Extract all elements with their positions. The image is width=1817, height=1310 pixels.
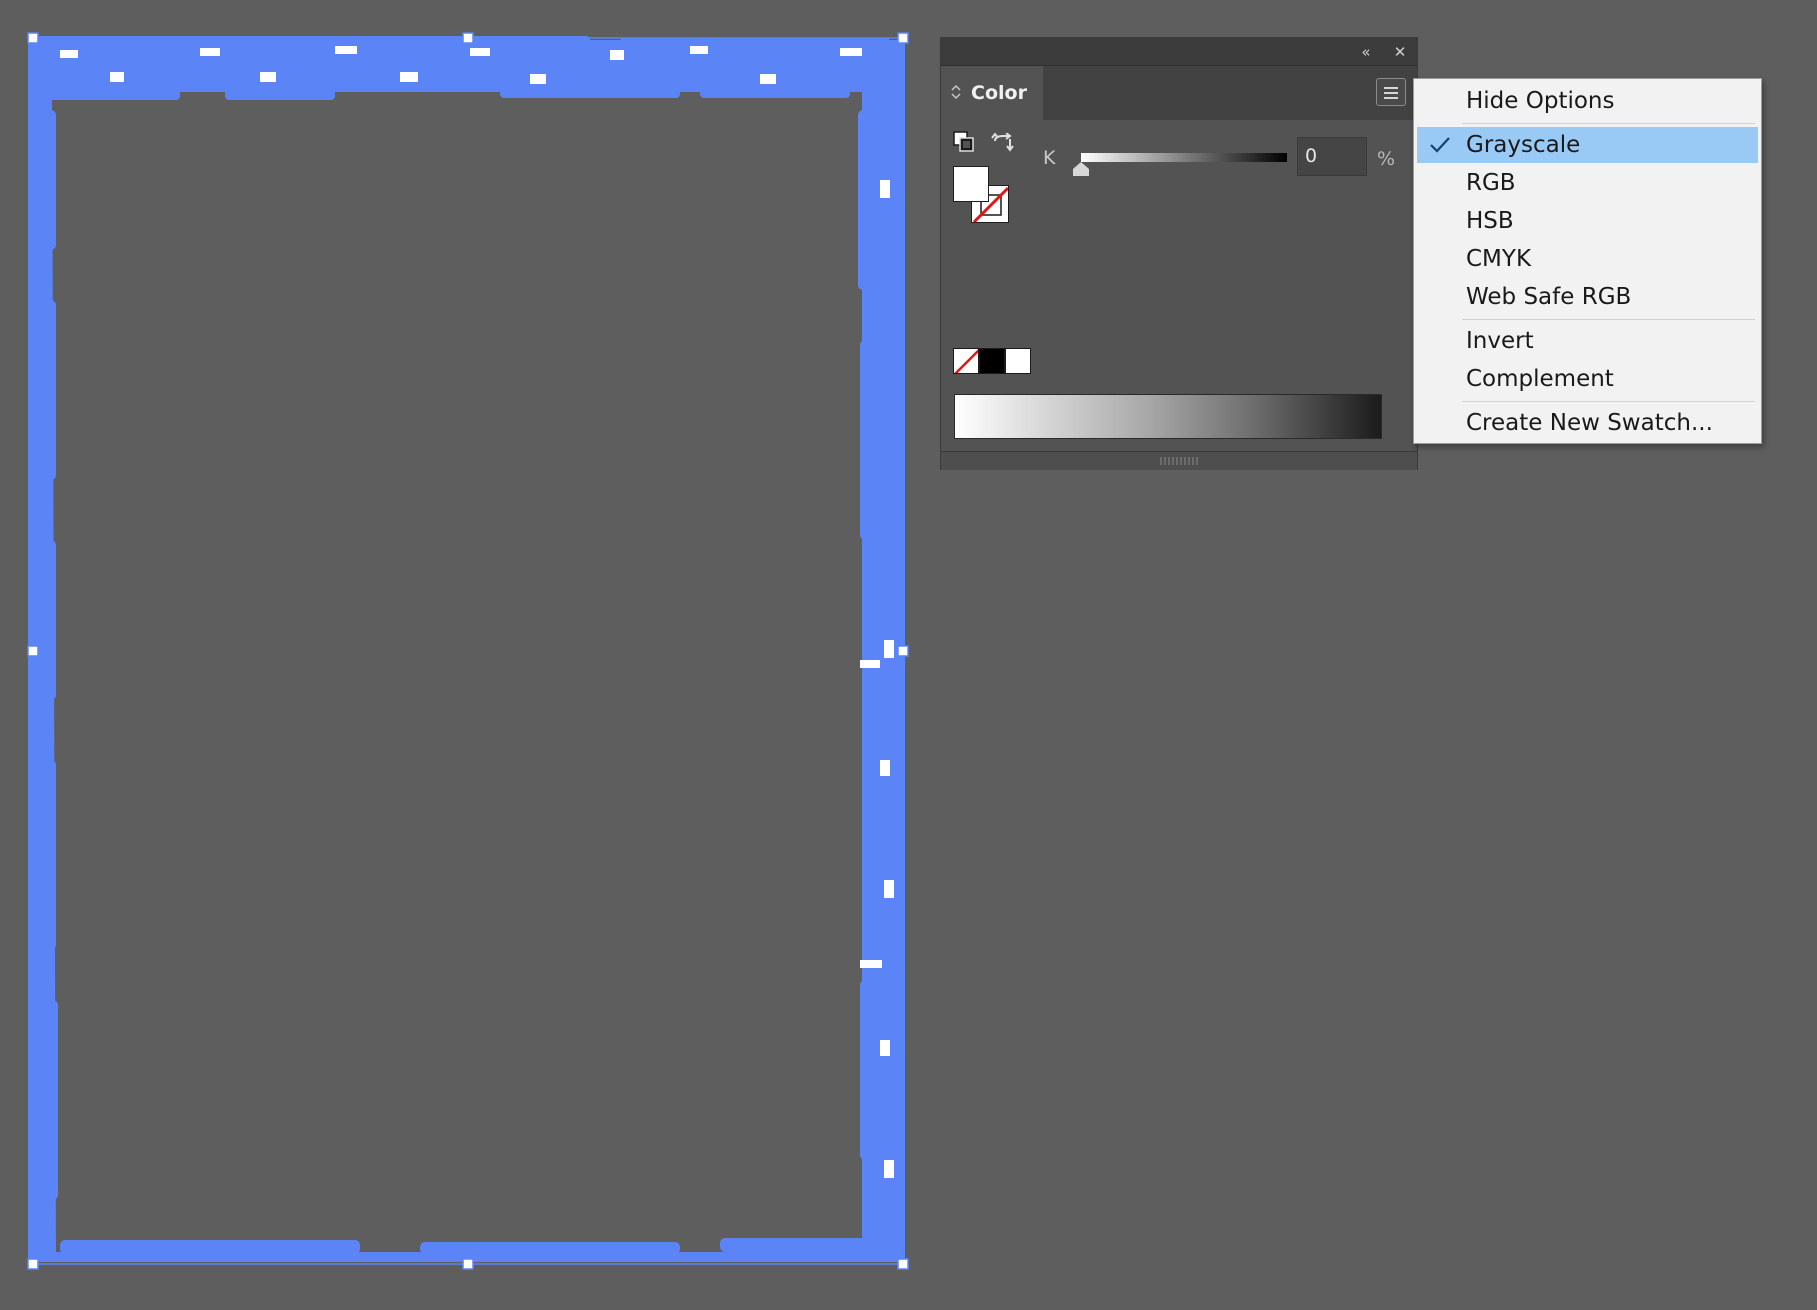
tab-color-label: Color xyxy=(971,82,1027,104)
swap-fill-stroke-icon[interactable] xyxy=(991,133,1017,155)
color-panel-flyout-menu: Hide Options Grayscale RGB HSB CMYK Web … xyxy=(1413,78,1762,444)
handle-middle-left[interactable] xyxy=(27,645,39,657)
menu-item-label: Complement xyxy=(1466,366,1614,392)
close-icon[interactable]: ✕ xyxy=(1390,42,1410,62)
handle-top-center[interactable] xyxy=(462,32,474,44)
canvas-artwork[interactable] xyxy=(0,0,920,1280)
color-panel: « ✕ Color K 0 % xyxy=(940,37,1418,470)
tab-color[interactable]: Color xyxy=(941,66,1043,120)
k-slider-thumb[interactable] xyxy=(1073,162,1089,176)
menu-item-rgb[interactable]: RGB xyxy=(1417,165,1758,201)
slider-label-k: K xyxy=(1043,147,1056,169)
handle-bottom-center[interactable] xyxy=(462,1258,474,1270)
menu-item-web-safe-rgb[interactable]: Web Safe RGB xyxy=(1417,279,1758,315)
menu-item-grayscale[interactable]: Grayscale xyxy=(1417,127,1758,163)
menu-item-cmyk[interactable]: CMYK xyxy=(1417,241,1758,277)
menu-item-hsb[interactable]: HSB xyxy=(1417,203,1758,239)
workspace: « ✕ Color K 0 % Hide Options Grayscale R… xyxy=(0,0,1817,1310)
menu-item-label: CMYK xyxy=(1466,246,1532,272)
hamburger-menu-icon[interactable] xyxy=(1376,78,1406,106)
swatch-white[interactable] xyxy=(1005,348,1031,374)
menu-item-label: Hide Options xyxy=(1466,88,1615,114)
default-fill-stroke-icon[interactable] xyxy=(953,131,975,153)
panel-resize-bar[interactable] xyxy=(941,451,1417,470)
menu-separator xyxy=(1462,319,1755,320)
panel-tab-row: Color xyxy=(941,66,1417,120)
double-chevron-left-icon[interactable]: « xyxy=(1356,42,1376,62)
checkmark-icon xyxy=(1430,137,1450,153)
panel-title-bar[interactable]: « ✕ xyxy=(941,38,1417,66)
no-color-icon xyxy=(954,349,978,373)
swatch-none[interactable] xyxy=(953,348,979,374)
menu-item-label: HSB xyxy=(1466,208,1514,234)
percent-unit-label: % xyxy=(1377,148,1396,170)
menu-separator xyxy=(1462,123,1755,124)
menu-item-label: RGB xyxy=(1466,170,1516,196)
rough-edge-strokes xyxy=(30,36,890,1254)
swatch-black[interactable] xyxy=(979,348,1005,374)
fill-swatch[interactable] xyxy=(953,166,989,202)
menu-item-create-new-swatch[interactable]: Create New Swatch... xyxy=(1417,405,1758,441)
handle-bottom-right[interactable] xyxy=(897,1258,909,1270)
menu-separator xyxy=(1462,401,1755,402)
selection-bounding-box xyxy=(32,37,904,1265)
menu-item-label: Grayscale xyxy=(1466,132,1581,158)
quick-swatches xyxy=(953,348,1031,374)
handle-top-left[interactable] xyxy=(27,32,39,44)
menu-item-label: Create New Swatch... xyxy=(1466,410,1713,436)
menu-item-invert[interactable]: Invert xyxy=(1417,323,1758,359)
menu-item-label: Web Safe RGB xyxy=(1466,284,1632,310)
k-slider-track[interactable] xyxy=(1081,153,1287,162)
handle-bottom-left[interactable] xyxy=(27,1258,39,1270)
resize-grip-icon[interactable] xyxy=(1160,457,1200,465)
rough-frame-shape[interactable] xyxy=(28,40,905,1262)
updown-arrows-icon[interactable] xyxy=(951,84,961,102)
menu-item-hide-options[interactable]: Hide Options xyxy=(1417,83,1758,119)
menu-item-label: Invert xyxy=(1466,328,1534,354)
k-value-input[interactable]: 0 xyxy=(1297,137,1367,176)
menu-item-complement[interactable]: Complement xyxy=(1417,361,1758,397)
handle-top-right[interactable] xyxy=(897,32,909,44)
frame-dash-gaps xyxy=(60,46,894,1178)
grayscale-spectrum-ramp[interactable] xyxy=(954,394,1382,439)
handle-middle-right[interactable] xyxy=(897,645,909,657)
